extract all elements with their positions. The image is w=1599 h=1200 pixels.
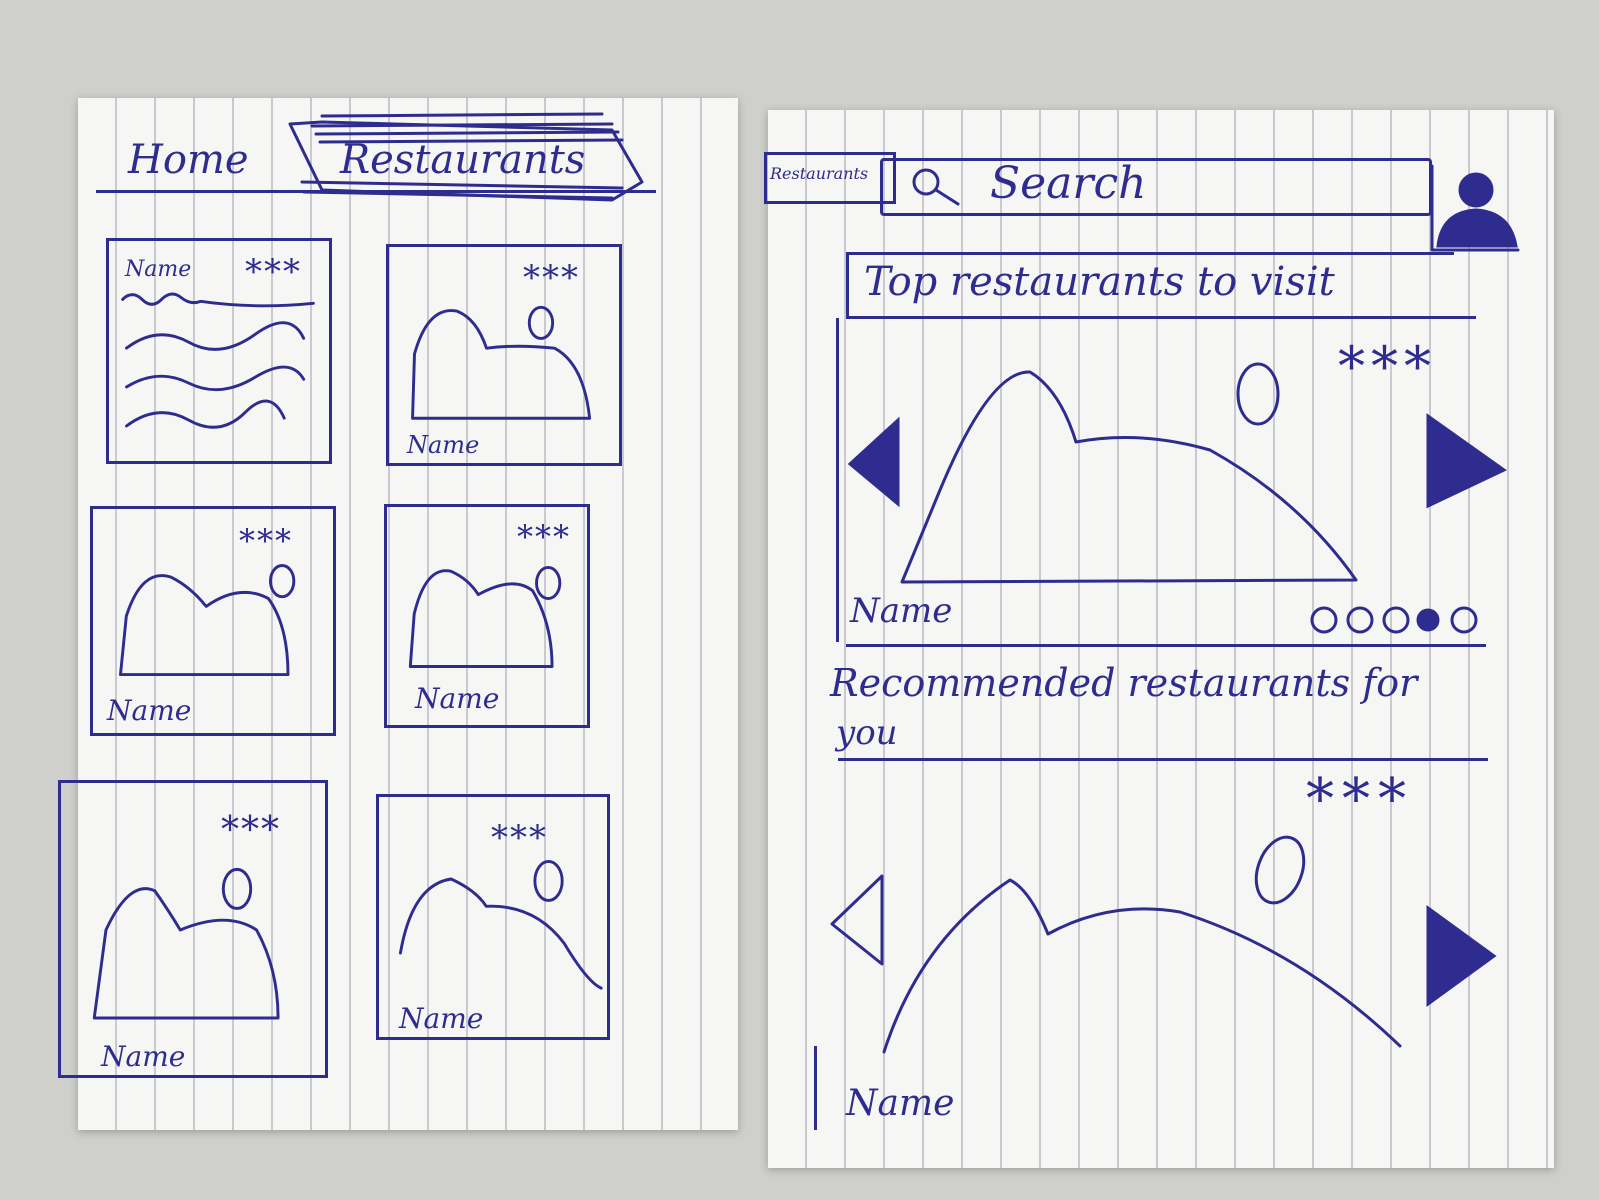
restaurant-card-3[interactable]: *** Name bbox=[90, 506, 336, 736]
restaurants-dropdown-label: Restaurants bbox=[770, 164, 869, 183]
user-avatar-icon[interactable] bbox=[1422, 160, 1522, 252]
carousel-next-arrow-icon[interactable] bbox=[1420, 406, 1510, 516]
card-name: Name bbox=[107, 694, 192, 727]
top-restaurant-image-placeholder-icon bbox=[900, 362, 1358, 584]
card-name: Name bbox=[407, 431, 480, 459]
restaurant-card-1[interactable]: Name *** bbox=[106, 238, 332, 464]
nav-home-link[interactable]: Home bbox=[128, 140, 249, 180]
section-title-underline bbox=[846, 316, 1476, 319]
carousel-bottom-border bbox=[846, 644, 1486, 647]
description-scribble-icon bbox=[121, 292, 315, 429]
recommended-title-line2: you bbox=[836, 713, 898, 753]
restaurant-card-6[interactable]: *** Name bbox=[376, 794, 610, 1040]
search-input[interactable]: Search bbox=[990, 162, 1146, 206]
card-name: Name bbox=[101, 1040, 186, 1073]
carousel-left-border bbox=[836, 318, 839, 642]
nav-restaurants-tab[interactable]: Restaurants bbox=[340, 140, 585, 180]
section-top-border bbox=[848, 252, 1454, 255]
recommended-restaurant-name: Name bbox=[846, 1083, 955, 1124]
search-icon bbox=[912, 168, 960, 206]
carousel-pagination bbox=[1308, 604, 1498, 636]
pagination-dot[interactable] bbox=[1346, 606, 1374, 634]
recommended-title-line1: Recommended restaurants for bbox=[830, 661, 1418, 705]
restaurant-card-2[interactable]: *** Name bbox=[386, 244, 622, 466]
card-name: Name bbox=[399, 1002, 484, 1035]
restaurant-card-5[interactable]: *** Name bbox=[58, 780, 328, 1078]
nav-underline bbox=[96, 190, 656, 193]
recommended-title-underline bbox=[838, 758, 1488, 761]
pagination-dot[interactable] bbox=[1382, 606, 1410, 634]
image-placeholder-icon bbox=[398, 860, 603, 990]
restaurant-card-4[interactable]: *** Name bbox=[384, 504, 590, 728]
pagination-dot[interactable] bbox=[1310, 606, 1338, 634]
top-restaurant-name: Name bbox=[850, 591, 953, 631]
card-name: Name bbox=[415, 682, 500, 715]
pagination-dot-active[interactable] bbox=[1416, 608, 1440, 632]
recommended-next-arrow-icon[interactable] bbox=[1420, 900, 1500, 1010]
section-left-border bbox=[846, 252, 849, 316]
pagination-dot[interactable] bbox=[1450, 606, 1478, 634]
recommended-image-placeholder-icon bbox=[882, 835, 1402, 1054]
top-restaurants-title: Top restaurants to visit bbox=[864, 259, 1335, 305]
recommended-left-border bbox=[814, 1046, 817, 1130]
image-placeholder-icon bbox=[92, 867, 280, 1020]
